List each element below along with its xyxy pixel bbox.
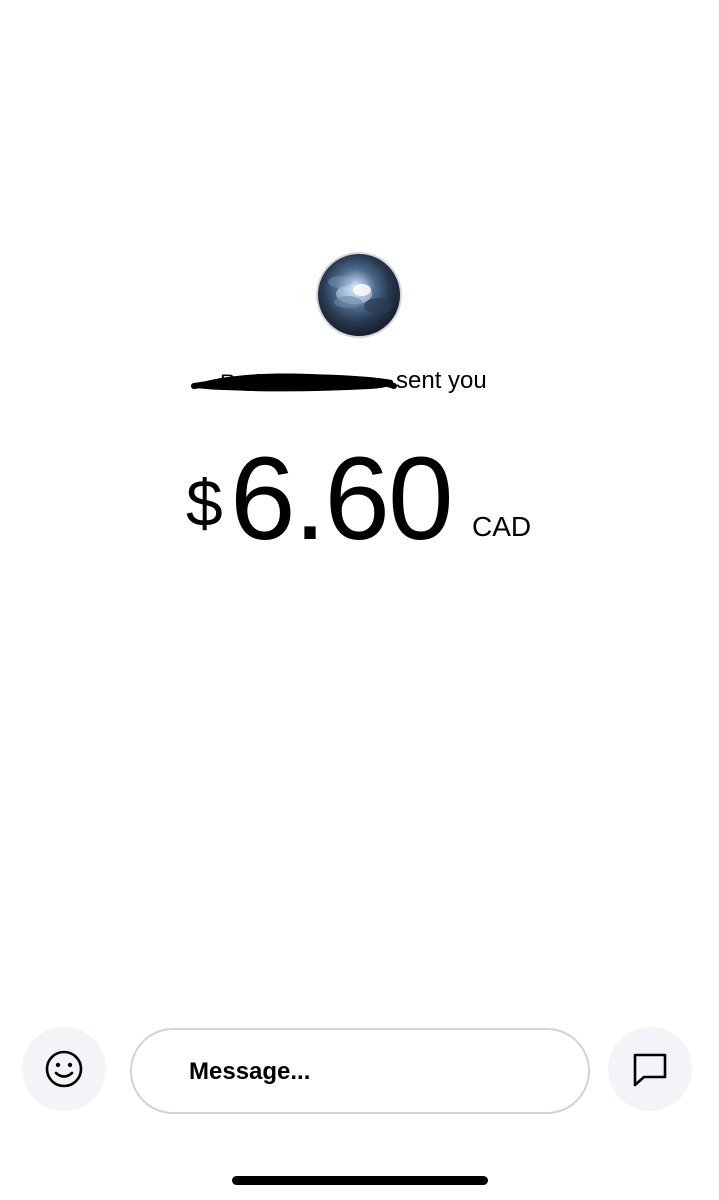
sent-you-label: sent you bbox=[396, 367, 487, 394]
message-input[interactable]: Message... bbox=[130, 1028, 590, 1114]
chat-bubble-icon bbox=[633, 1053, 667, 1087]
emoji-button[interactable] bbox=[22, 1027, 106, 1111]
home-indicator[interactable] bbox=[232, 1176, 488, 1185]
amount-value: 6.60 bbox=[230, 433, 454, 565]
message-placeholder: Message... bbox=[189, 1058, 311, 1085]
avatar-cloud-image bbox=[328, 276, 392, 314]
currency-code: CAD bbox=[472, 511, 532, 542]
smiley-icon bbox=[45, 1050, 83, 1088]
send-message-button[interactable] bbox=[608, 1027, 692, 1111]
sender-name-redaction bbox=[191, 373, 397, 392]
payment-amount: $ 6.60 CAD bbox=[186, 440, 546, 560]
currency-symbol: $ bbox=[186, 466, 223, 540]
payment-sender-line: Redacted sent you bbox=[190, 362, 530, 398]
sender-avatar bbox=[316, 252, 402, 338]
